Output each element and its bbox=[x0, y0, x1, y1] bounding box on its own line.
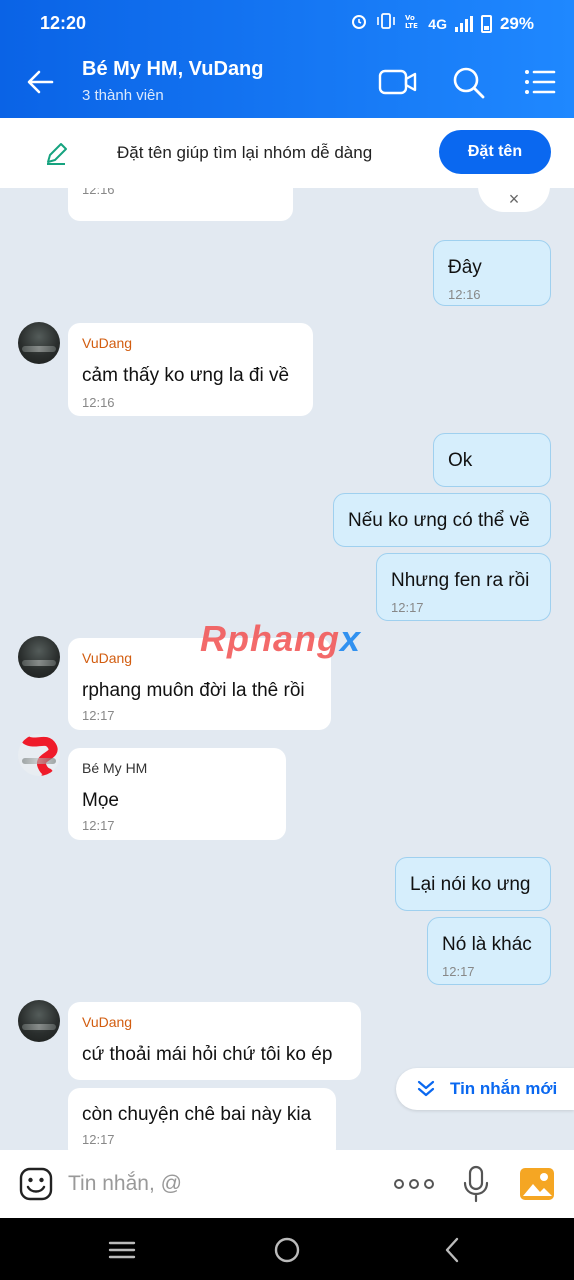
avatar[interactable] bbox=[18, 322, 60, 364]
message-time: 12:16 bbox=[448, 287, 481, 302]
message-text: Lại nói ko ưng bbox=[410, 874, 531, 895]
banner-text: Đặt tên giúp tìm lại nhóm dễ dàng bbox=[117, 143, 373, 162]
voice-message-button[interactable] bbox=[462, 1164, 490, 1204]
volte-icon: Vo LTE bbox=[404, 13, 420, 34]
system-nav-bar bbox=[0, 1218, 574, 1280]
recent-apps-button[interactable] bbox=[107, 1236, 137, 1264]
more-options-button[interactable] bbox=[392, 1170, 436, 1198]
message-bubble[interactable]: Nó là khác 12:17 bbox=[427, 917, 551, 985]
message-bubble[interactable]: Ok bbox=[433, 433, 551, 487]
message-input[interactable]: Tin nhắn, @ bbox=[68, 1172, 182, 1196]
message-time: 12:17 bbox=[442, 964, 475, 979]
more-dots-icon bbox=[394, 1179, 434, 1189]
sender-name[interactable]: VuDang bbox=[82, 1014, 132, 1030]
home-circle-icon bbox=[274, 1237, 300, 1263]
avatar[interactable] bbox=[18, 636, 60, 678]
image-gallery-icon bbox=[520, 1168, 554, 1200]
message-text: Nó là khác bbox=[442, 934, 532, 955]
sender-name[interactable]: Bé My HM bbox=[82, 760, 147, 776]
avatar[interactable] bbox=[18, 1000, 60, 1042]
message-time: 12:16 bbox=[82, 188, 115, 197]
svg-text:LTE: LTE bbox=[405, 22, 418, 29]
home-button[interactable] bbox=[272, 1236, 302, 1264]
message-text: Nhưng fen ra rồi bbox=[391, 570, 530, 591]
message-time: 12:17 bbox=[82, 708, 115, 723]
message-time: 12:17 bbox=[82, 1132, 115, 1147]
message-bubble[interactable]: 12:16 bbox=[68, 188, 293, 221]
message-bubble[interactable]: Đây 12:16 bbox=[433, 240, 551, 306]
back-nav-button[interactable] bbox=[438, 1236, 468, 1264]
double-chevron-down-icon bbox=[417, 1080, 435, 1097]
message-text: Mọe bbox=[82, 790, 119, 811]
back-button[interactable] bbox=[22, 64, 58, 100]
search-icon bbox=[453, 67, 485, 99]
message-bubble[interactable]: Lại nói ko ưng bbox=[395, 857, 551, 911]
alarm-icon bbox=[350, 12, 368, 35]
message-bubble[interactable]: Nếu ko ưng có thể về bbox=[333, 493, 551, 547]
name-group-banner: Đặt tên giúp tìm lại nhóm dễ dàng Đặt tê… bbox=[0, 118, 574, 188]
message-text: rphang muôn đời la thê rồi bbox=[82, 680, 305, 701]
message-text: Ok bbox=[448, 450, 473, 471]
list-menu-icon bbox=[525, 70, 556, 94]
message-text: cứ thoải mái hỏi chứ tôi ko ép bbox=[82, 1044, 333, 1065]
message-bubble[interactable]: Bé My HM Mọe 12:17 bbox=[68, 748, 286, 840]
set-name-button[interactable]: Đặt tên bbox=[439, 130, 551, 174]
avatar[interactable] bbox=[18, 734, 60, 776]
status-bar: 12:20 Vo LTE 4G 29% bbox=[0, 0, 574, 46]
new-messages-button[interactable]: Tin nhắn mới bbox=[396, 1068, 574, 1110]
message-text: Đây bbox=[448, 257, 482, 278]
message-bubble[interactable]: VuDang cứ thoải mái hỏi chứ tôi ko ép bbox=[68, 1002, 361, 1080]
message-list[interactable]: 12:16 Đây 12:16 VuDang cảm thấy ko ưng l… bbox=[0, 188, 574, 1150]
battery-percent: 29% bbox=[499, 13, 534, 33]
message-text: còn chuyện chê bai này kia bbox=[82, 1104, 312, 1125]
svg-text:Vo: Vo bbox=[405, 14, 415, 22]
emoji-button[interactable] bbox=[18, 1166, 54, 1202]
message-time: 12:17 bbox=[391, 600, 424, 615]
network-type: 4G bbox=[428, 15, 447, 32]
watermark: Rphangx bbox=[200, 618, 361, 660]
microphone-icon bbox=[463, 1165, 489, 1203]
message-bubble[interactable]: còn chuyện chê bai này kia 12:17 bbox=[68, 1088, 336, 1150]
sender-name[interactable]: VuDang bbox=[82, 335, 132, 351]
status-icons: Vo LTE 4G 29% bbox=[350, 12, 534, 35]
menu-button[interactable] bbox=[520, 62, 560, 102]
new-messages-label: Tin nhắn mới bbox=[450, 1079, 558, 1098]
sender-name[interactable]: VuDang bbox=[82, 650, 132, 666]
gallery-button[interactable] bbox=[518, 1166, 556, 1202]
back-arrow-icon bbox=[27, 70, 54, 94]
redacted-scribble-icon bbox=[21, 735, 58, 776]
back-chevron-icon bbox=[445, 1237, 459, 1263]
message-bubble[interactable]: VuDang cảm thấy ko ưng la đi về 12:16 bbox=[68, 323, 313, 416]
group-title[interactable]: Bé My HM, VuDang bbox=[82, 58, 264, 81]
sticker-emoji-icon bbox=[19, 1167, 53, 1201]
search-button[interactable] bbox=[448, 62, 488, 102]
message-time: 12:16 bbox=[82, 395, 115, 410]
watermark-main: Rphang bbox=[200, 618, 340, 659]
watermark-x: x bbox=[339, 618, 362, 659]
signal-icon bbox=[454, 15, 473, 32]
pencil-icon bbox=[44, 140, 70, 166]
message-time: 12:17 bbox=[82, 818, 115, 833]
chat-header: Bé My HM, VuDang 3 thành viên bbox=[0, 46, 574, 118]
message-text: Nếu ko ưng có thể về bbox=[348, 510, 530, 531]
video-camera-icon bbox=[378, 69, 417, 95]
battery-icon bbox=[480, 14, 492, 33]
member-count[interactable]: 3 thành viên bbox=[82, 87, 164, 104]
vibrate-icon bbox=[376, 13, 396, 34]
status-time: 12:20 bbox=[40, 13, 87, 33]
message-text: cảm thấy ko ưng la đi về bbox=[82, 365, 290, 386]
recent-apps-icon bbox=[108, 1241, 136, 1259]
message-input-bar: Tin nhắn, @ bbox=[0, 1150, 574, 1218]
message-bubble[interactable]: Nhưng fen ra rồi 12:17 bbox=[376, 553, 551, 621]
video-call-button[interactable] bbox=[378, 62, 418, 102]
